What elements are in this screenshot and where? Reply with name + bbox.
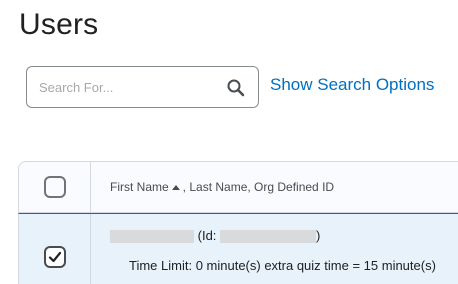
time-limit-detail: Time Limit: 0 minute(s) extra quiz time … — [129, 258, 436, 273]
id-prefix: (Id: — [197, 228, 217, 243]
search-box — [26, 66, 259, 108]
sort-header[interactable]: First Name , Last Name, Org Defined ID — [110, 180, 334, 194]
users-page: Users Show Search Options First Name , La… — [0, 0, 458, 284]
column-divider — [90, 214, 91, 284]
column-divider — [90, 162, 91, 214]
search-button[interactable] — [223, 75, 249, 101]
sort-first-name-label[interactable]: First Name — [110, 180, 169, 194]
grid-header: First Name , Last Name, Org Defined ID — [18, 161, 458, 214]
redacted-name — [110, 230, 194, 244]
id-suffix: ) — [316, 228, 321, 243]
search-icon — [227, 79, 245, 97]
redacted-id — [220, 230, 317, 244]
show-search-options-link[interactable]: Show Search Options — [270, 75, 434, 95]
select-all-checkbox[interactable] — [44, 176, 66, 198]
check-icon — [48, 251, 62, 263]
user-name-line: (Id: ) — [110, 228, 321, 244]
row-select-checkbox[interactable] — [44, 246, 66, 268]
sort-rest-label[interactable]: , Last Name, Org Defined ID — [183, 180, 334, 194]
page-title: Users — [19, 8, 99, 41]
search-input[interactable] — [39, 77, 219, 97]
sort-ascending-icon — [171, 184, 180, 190]
table-row: (Id: ) Time Limit: 0 minute(s) extra qui… — [18, 213, 458, 284]
